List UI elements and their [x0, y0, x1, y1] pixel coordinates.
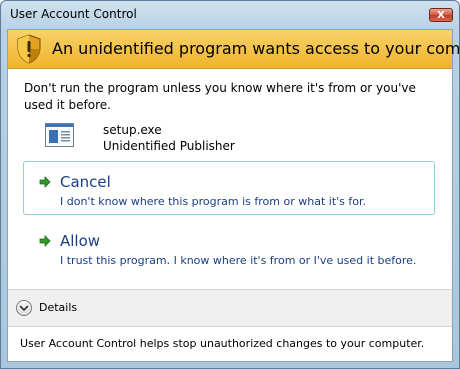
window-title: User Account Control [10, 7, 137, 21]
title-bar: User Account Control X [1, 1, 459, 29]
allow-description: I trust this program. I know where it's … [60, 254, 417, 267]
green-arrow-icon [39, 235, 51, 247]
details-label[interactable]: Details [39, 301, 77, 314]
uac-dialog: User Account Control X An unidentified p… [0, 0, 460, 369]
details-expand-button[interactable] [16, 300, 32, 316]
chevron-down-icon [19, 305, 29, 312]
program-icon [45, 123, 74, 147]
cancel-label: Cancel [60, 173, 111, 191]
security-shield-icon [17, 34, 41, 64]
green-arrow-icon [39, 176, 51, 188]
cancel-description: I don't know where this program is from … [60, 195, 367, 208]
dialog-content: An unidentified program wants access to … [7, 29, 459, 362]
details-bar: Details [8, 289, 452, 327]
allow-label: Allow [60, 232, 101, 250]
warning-message: Don't run the program unless you know wh… [24, 81, 416, 112]
banner-title: An unidentified program wants access to … [52, 39, 460, 58]
cancel-option-button[interactable]: Cancel I don't know where this program i… [23, 161, 435, 215]
allow-option-button[interactable]: Allow I trust this program. I know where… [23, 220, 435, 274]
close-button[interactable]: X [429, 8, 453, 22]
program-name: setup.exe [103, 123, 162, 137]
footer-text: User Account Control helps stop unauthor… [20, 337, 425, 350]
warning-banner: An unidentified program wants access to … [8, 30, 459, 69]
program-publisher: Unidentified Publisher [103, 139, 235, 153]
